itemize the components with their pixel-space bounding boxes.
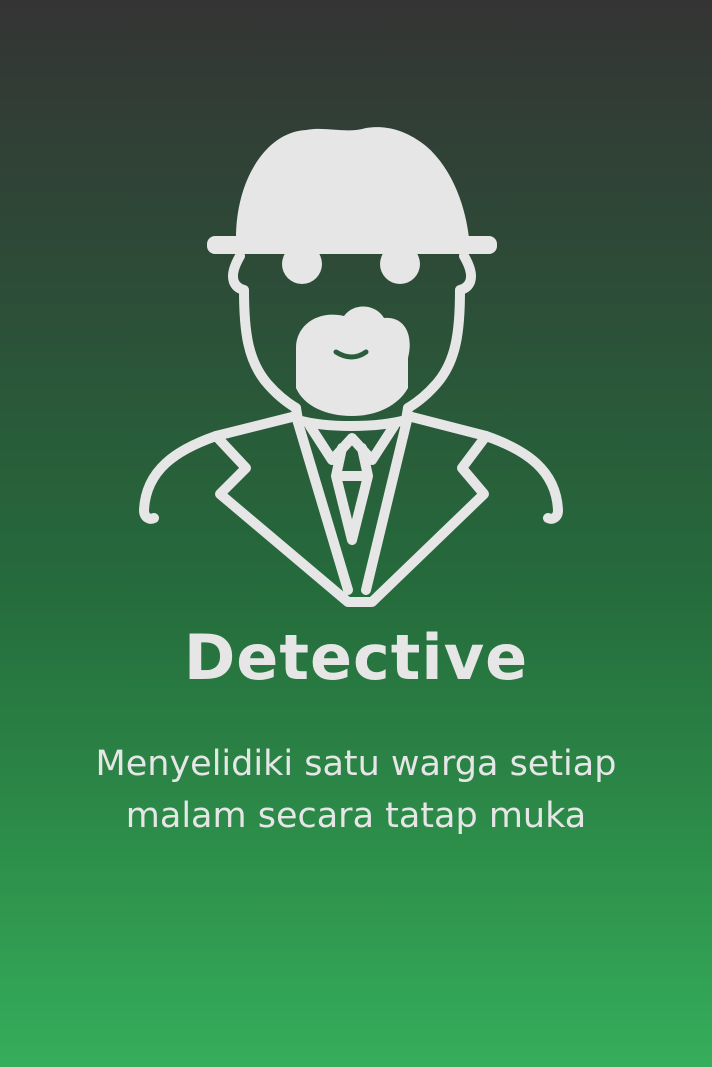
role-description: Menyelidiki satu warga setiap malam seca… <box>95 744 617 836</box>
role-card: Detective Menyelidiki satu warga setiap … <box>0 0 712 1067</box>
detective-icon <box>139 127 563 607</box>
role-title: Detective <box>183 621 529 694</box>
